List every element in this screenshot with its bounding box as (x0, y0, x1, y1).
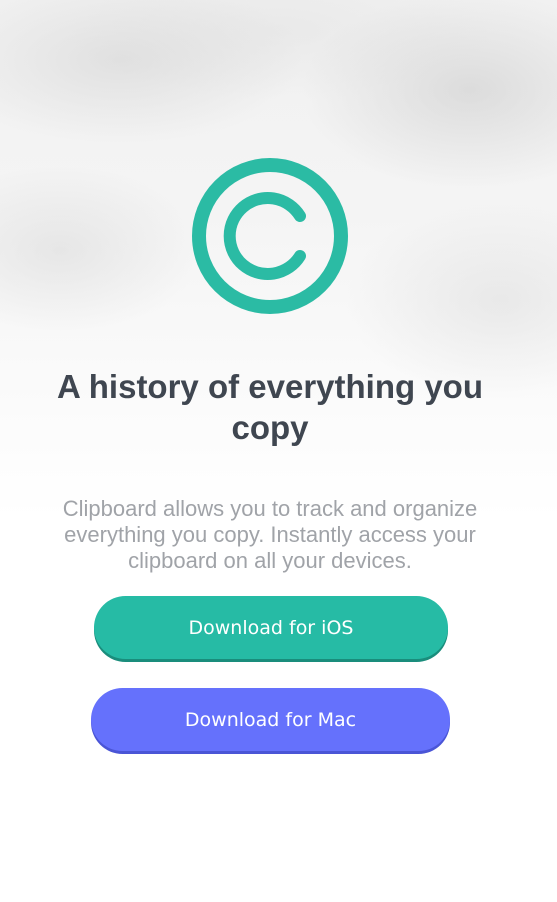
page-title: A history of everything you copy (56, 368, 483, 446)
download-ios-button[interactable]: Download for iOS (94, 596, 448, 659)
download-mac-button[interactable]: Download for Mac (91, 688, 450, 751)
page-description: Clipboard allows you to track and organi… (62, 496, 478, 573)
copyright-icon (192, 158, 348, 314)
